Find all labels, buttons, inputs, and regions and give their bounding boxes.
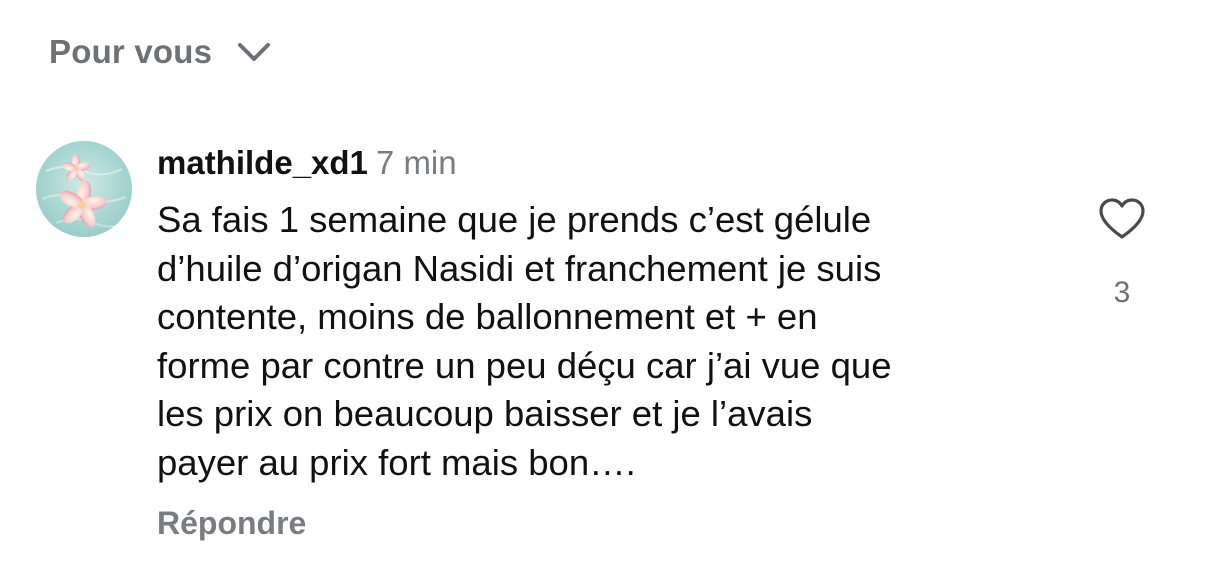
comment-time: 7 min (375, 144, 457, 181)
like-area: 3 (1092, 197, 1152, 310)
heart-icon[interactable] (1097, 197, 1147, 246)
comment-meta: mathilde_xd1 7 min (157, 142, 1057, 184)
username[interactable]: mathilde_xd1 (157, 144, 368, 181)
sort-label: Pour vous (49, 33, 213, 70)
like-count: 3 (1113, 276, 1131, 309)
plumeria-flower-avatar-icon (36, 141, 132, 237)
comment-text: Sa fais 1 semaine que je prends c’est gé… (157, 199, 892, 483)
chevron-down-icon (236, 41, 272, 63)
avatar[interactable] (36, 141, 132, 237)
reply-button[interactable]: Répondre (157, 505, 306, 542)
sort-dropdown[interactable]: Pour vous (49, 30, 272, 74)
comment-item: mathilde_xd1 7 min Sa fais 1 semaine que … (157, 142, 1057, 542)
